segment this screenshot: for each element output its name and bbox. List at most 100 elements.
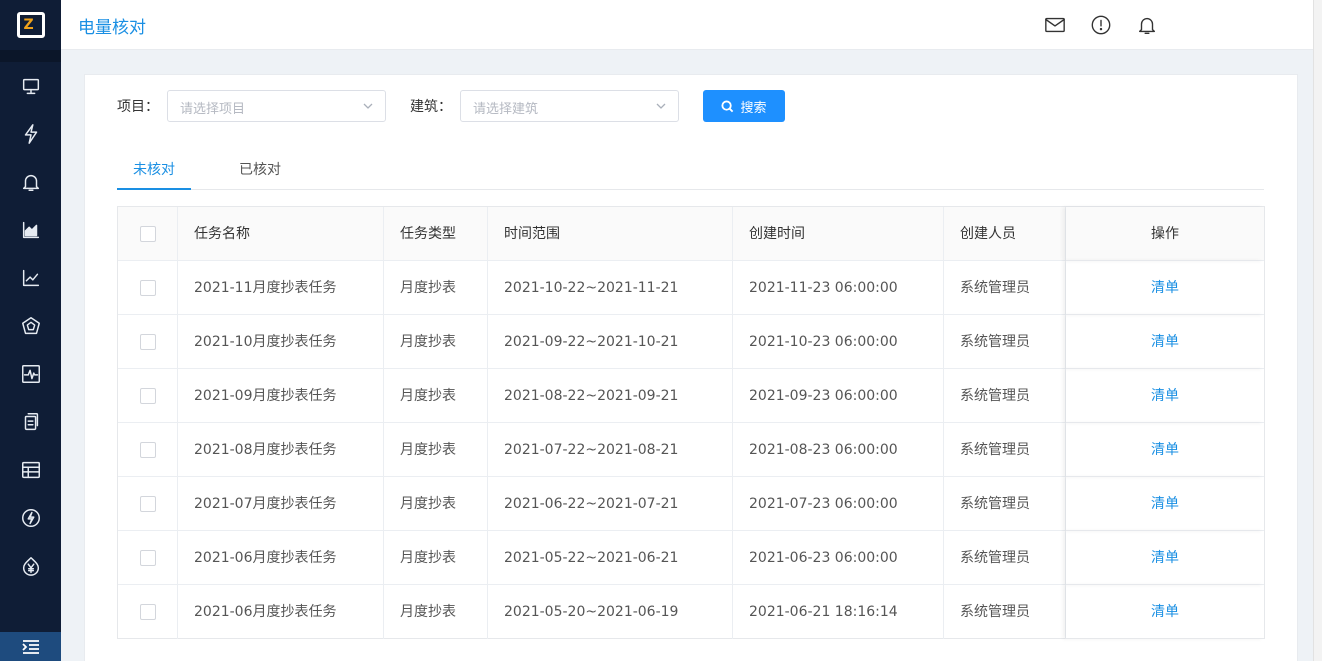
detail-list-link[interactable]: 清单: [1151, 334, 1179, 350]
column-header-type[interactable]: 任务类型: [384, 207, 488, 261]
row-checkbox[interactable]: [140, 496, 156, 512]
table-row: 2021-07月度抄表任务 月度抄表 2021-06-22~2021-07-21 20…: [118, 477, 1264, 531]
sidebar-item-line-chart[interactable]: [0, 254, 61, 302]
top-header: 电量核对: [61, 0, 1313, 50]
cell-created: 2021-06-21 18:16:14: [733, 585, 944, 639]
sidebar-item-power[interactable]: [0, 110, 61, 158]
tab-verified[interactable]: 已核对: [239, 159, 281, 179]
detail-list-link[interactable]: 清单: [1151, 442, 1179, 458]
page-scrollbar[interactable]: [1313, 0, 1322, 661]
cell-name: 2021-10月度抄表任务: [178, 315, 384, 369]
table-row: 2021-10月度抄表任务 月度抄表 2021-09-22~2021-10-21 20…: [118, 315, 1264, 369]
detail-list-link[interactable]: 清单: [1151, 550, 1179, 566]
cell-name: 2021-06月度抄表任务: [178, 585, 384, 639]
cell-range: 2021-10-22~2021-11-21: [488, 261, 733, 315]
sidebar-item-cost[interactable]: [0, 542, 61, 590]
row-checkbox[interactable]: [140, 442, 156, 458]
column-header-created[interactable]: 创建时间: [733, 207, 944, 261]
sidebar-item-monitor[interactable]: [0, 62, 61, 110]
cell-type: 月度抄表: [384, 477, 488, 531]
notifications-button[interactable]: [1135, 13, 1159, 37]
cell-created: 2021-06-23 06:00:00: [733, 531, 944, 585]
sidebar-divider: [0, 50, 61, 62]
cell-action: 清单: [1066, 423, 1264, 477]
cell-range: 2021-06-22~2021-07-21: [488, 477, 733, 531]
pentagon-icon: [21, 317, 40, 335]
chevron-down-icon: [363, 103, 373, 109]
monitor-icon: [22, 78, 39, 95]
search-button-label: 搜索: [740, 100, 767, 116]
detail-list-link[interactable]: 清单: [1151, 388, 1179, 404]
cell-type: 月度抄表: [384, 585, 488, 639]
project-filter-label: 项目：: [117, 99, 159, 115]
cell-range: 2021-07-22~2021-08-21: [488, 423, 733, 477]
cell-range: 2021-08-22~2021-09-21: [488, 369, 733, 423]
row-checkbox[interactable]: [140, 280, 156, 296]
cell-range: 2021-05-20~2021-06-19: [488, 585, 733, 639]
cell-name: 2021-09月度抄表任务: [178, 369, 384, 423]
table-row: 2021-09月度抄表任务 月度抄表 2021-08-22~2021-09-21 20…: [118, 369, 1264, 423]
cell-action: 清单: [1066, 261, 1264, 315]
cell-type: 月度抄表: [384, 423, 488, 477]
cell-creator: 系统管理员: [944, 369, 1066, 423]
building-select[interactable]: 请选择建筑: [460, 90, 679, 122]
sidebar-item-pentagon[interactable]: [0, 302, 61, 350]
detail-list-link[interactable]: 清单: [1151, 280, 1179, 296]
messages-button[interactable]: [1043, 13, 1067, 37]
table-row: 2021-08月度抄表任务 月度抄表 2021-07-22~2021-08-21 20…: [118, 423, 1264, 477]
table-icon: [21, 461, 40, 479]
detail-list-link[interactable]: 清单: [1151, 604, 1179, 620]
exclamation-circle-icon: [1091, 15, 1111, 35]
cell-type: 月度抄表: [384, 261, 488, 315]
row-checkbox[interactable]: [140, 388, 156, 404]
row-checkbox[interactable]: [140, 550, 156, 566]
row-select-cell: [118, 585, 178, 639]
search-icon: [721, 99, 734, 112]
cell-creator: 系统管理员: [944, 531, 1066, 585]
cell-creator: 系统管理员: [944, 261, 1066, 315]
detail-list-link[interactable]: 清单: [1151, 496, 1179, 512]
row-select-cell: [118, 315, 178, 369]
cell-action: 清单: [1066, 315, 1264, 369]
cell-created: 2021-09-23 06:00:00: [733, 369, 944, 423]
cell-created: 2021-11-23 06:00:00: [733, 261, 944, 315]
search-button[interactable]: 搜索: [703, 90, 785, 122]
row-checkbox[interactable]: [140, 604, 156, 620]
sidebar-item-area-chart[interactable]: [0, 206, 61, 254]
table-row: 2021-11月度抄表任务 月度抄表 2021-10-22~2021-11-21 20…: [118, 261, 1264, 315]
line-chart-icon: [22, 269, 39, 287]
select-all-checkbox[interactable]: [140, 226, 156, 242]
column-header-name[interactable]: 任务名称: [178, 207, 384, 261]
column-header-range[interactable]: 时间范围: [488, 207, 733, 261]
cell-range: 2021-05-22~2021-06-21: [488, 531, 733, 585]
cell-name: 2021-06月度抄表任务: [178, 531, 384, 585]
cell-action: 清单: [1066, 369, 1264, 423]
cell-action: 清单: [1066, 477, 1264, 531]
project-select[interactable]: 请选择项目: [167, 90, 386, 122]
column-header-action: 操作: [1066, 207, 1264, 261]
row-select-cell: [118, 369, 178, 423]
cell-name: 2021-07月度抄表任务: [178, 477, 384, 531]
sidebar-item-report[interactable]: [0, 398, 61, 446]
cell-created: 2021-08-23 06:00:00: [733, 423, 944, 477]
sidebar-collapse-button[interactable]: [0, 632, 61, 661]
status-tabs: 未核对 已核对: [117, 150, 1264, 190]
bell-icon: [1138, 17, 1156, 34]
cell-action: 清单: [1066, 585, 1264, 639]
cell-creator: 系统管理员: [944, 477, 1066, 531]
column-header-creator[interactable]: 创建人员: [944, 207, 1066, 261]
building-filter-label: 建筑：: [410, 99, 452, 115]
cell-creator: 系统管理员: [944, 315, 1066, 369]
cell-range: 2021-09-22~2021-10-21: [488, 315, 733, 369]
info-button[interactable]: [1089, 13, 1113, 37]
tab-unverified[interactable]: 未核对: [133, 159, 175, 179]
sidebar-item-alarm[interactable]: [0, 158, 61, 206]
row-checkbox[interactable]: [140, 334, 156, 350]
area-chart-icon: [22, 221, 39, 239]
sidebar-item-energy[interactable]: [0, 494, 61, 542]
building-select-placeholder: 请选择建筑: [473, 102, 539, 117]
sidebar-item-pulse[interactable]: [0, 350, 61, 398]
yen-icon: [22, 557, 39, 576]
sidebar-item-table[interactable]: [0, 446, 61, 494]
app-logo[interactable]: Z: [0, 0, 61, 50]
